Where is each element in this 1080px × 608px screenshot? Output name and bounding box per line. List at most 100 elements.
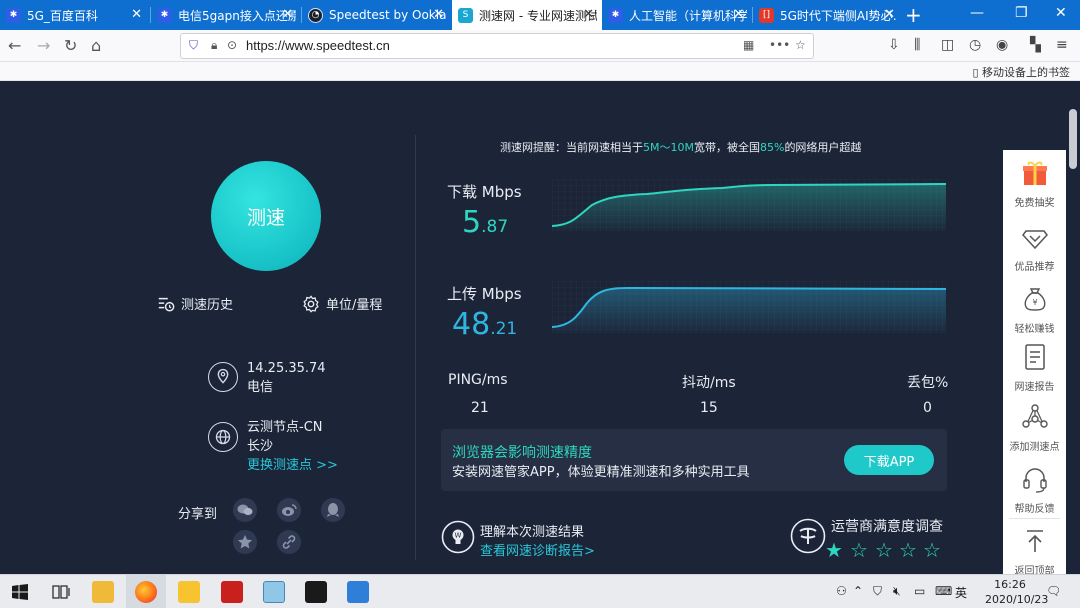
window-close-icon[interactable]: ✕ [1055,5,1067,21]
ip-info: 14.25.35.74 电信 [247,359,326,397]
download-curve [552,179,946,231]
taskbar-clock[interactable]: 16:26 2020/10/23 [985,577,1035,607]
close-icon[interactable]: ✕ [884,7,895,22]
restore-icon[interactable]: ❐ [1015,5,1028,21]
people-icon[interactable]: ⚇ [836,584,847,598]
back-arrow-icon[interactable]: ← [8,36,21,55]
download-app-button[interactable]: 下载APP [844,445,934,475]
close-icon[interactable]: ✕ [583,7,594,22]
start-test-button[interactable]: 测速 [211,161,321,271]
sidebar-item-add-node[interactable]: 添加测速点 [1003,402,1066,453]
network-icon[interactable]: ⌨ [935,584,952,598]
tab-ookla[interactable]: ◔ Speedtest by Ookla ✕ [302,0,452,30]
gift-icon [1020,158,1050,188]
download-speed-int: 5 [462,205,481,240]
reload-icon[interactable]: ↻ [64,36,77,55]
history-clock-icon[interactable]: ◷ [969,37,981,53]
copy-link-icon[interactable] [277,530,301,554]
diagnosis-report-link[interactable]: 查看网速诊断报告> [480,540,595,559]
tool-app-icon[interactable] [178,581,200,603]
packet-loss-label: 丢包% [907,372,948,392]
change-node-link[interactable]: 更换测速点 >> [247,456,338,475]
defender-shield-icon[interactable]: ⛉ [873,584,882,599]
page-scrollbar[interactable] [1066,81,1080,574]
account-icon[interactable]: ◉ [996,37,1008,53]
speaker-muted-icon[interactable]: 🔇︎ [893,584,901,599]
qq-icon[interactable] [321,498,345,522]
tab-title: 5G时代下端侧AI势必… [780,7,898,24]
favorite-star-icon[interactable] [233,530,257,554]
tip-suffix: 的网络用户超越 [784,141,861,154]
input-method-indicator[interactable]: 英 [955,584,967,601]
ping-label: PING/ms [448,372,508,388]
sidebar-item-earn[interactable]: ¥ 轻松赚钱 [1003,284,1066,335]
tab-speedtest-cn[interactable]: S 测速网 - 专业网速测试 ✕ [452,0,602,30]
windows-start-icon[interactable] [12,584,28,600]
sidebar-item-report[interactable]: 网速报告 [1003,342,1066,393]
sidebar-item-lottery[interactable]: 免费抽奖 [1003,158,1066,209]
tray-chevron-icon[interactable]: ⌃ [853,584,863,598]
bookmark-star-icon[interactable]: ☆ [795,38,806,52]
notification-icon[interactable]: 🗨︎ [1046,584,1061,598]
star-3-icon[interactable]: ☆ [875,538,893,562]
address-bar[interactable]: ⛉ 🔒︎ ⊙ https://www.speedtest.cn ▦ ••• ☆ [180,33,814,59]
test-history-link[interactable]: 测速历史 [157,294,233,313]
tab-ai[interactable]: ✱ 人工智能（计算机科学… ✕ [602,0,752,30]
close-icon[interactable]: ✕ [282,7,293,22]
weibo-icon[interactable] [277,498,301,522]
new-tab-plus-icon[interactable]: + [905,3,922,27]
tab-apn[interactable]: ✱ 电信5gapn接入点还原… ✕ [151,0,301,30]
battery-icon[interactable]: ▭ [914,584,925,598]
upload-speed-int: 48 [452,307,490,342]
close-icon[interactable]: ✕ [433,7,444,22]
url-text[interactable]: https://www.speedtest.cn [246,38,390,53]
wechat-icon[interactable] [233,498,257,522]
minimize-icon[interactable]: — [970,5,984,21]
upload-curve [552,281,946,333]
close-icon[interactable]: ✕ [733,7,744,22]
qr-code-icon[interactable]: ▦ [743,38,754,52]
star-5-icon[interactable]: ☆ [923,538,941,562]
library-icon[interactable]: ⫼ [914,37,920,53]
terminal-icon[interactable] [305,581,327,603]
firefox-icon[interactable] [135,581,157,603]
star-1-icon[interactable]: ★ [825,538,843,562]
file-explorer-icon[interactable] [92,581,114,603]
sidebar-item-back-top[interactable]: 返回顶部 [1003,526,1066,577]
close-icon[interactable]: ✕ [131,7,142,22]
tab-baidu-5g[interactable]: ✱ 5G_百度百科 ✕ [0,0,150,30]
navigation-toolbar: ← → ↻ ⌂ ⛉ 🔒︎ ⊙ https://www.speedtest.cn … [0,30,1080,62]
page-actions-icon[interactable]: ••• [769,38,790,52]
upload-speed-frac: .21 [490,319,517,339]
task-view-icon[interactable] [52,584,70,600]
packet-loss-value: 0 [923,400,932,416]
star-2-icon[interactable]: ☆ [850,538,868,562]
site-info-icon[interactable]: ⊙ [227,38,237,52]
forward-arrow-icon[interactable]: → [37,36,50,55]
tracking-shield-icon[interactable]: ⛉ [189,38,198,53]
unit-range-link[interactable]: 单位/量程 [302,294,382,313]
sidebar-item-help[interactable]: 帮助反馈 [1003,464,1066,515]
calendar-grid-icon[interactable] [347,581,369,603]
gauge-icon: ◔ [308,8,323,23]
download-icon[interactable]: ⇩ [888,37,900,53]
extensions-icon[interactable]: ▚ [1030,37,1041,53]
sidebar-toggle-icon[interactable]: ◫ [941,37,954,53]
tab-title: Speedtest by Ookla [329,8,447,22]
acrobat-icon[interactable] [221,581,243,603]
scrollbar-thumb[interactable] [1069,109,1077,169]
location-pin-icon [208,362,238,392]
lock-icon[interactable]: 🔒︎ [211,38,217,53]
image-viewer-icon[interactable] [263,581,285,603]
sidebar-item-recommend[interactable]: 优品推荐 [1003,222,1066,273]
mobile-bookmarks-folder[interactable]: ▯ 移动设备上的书签 [972,64,1070,80]
ping-value: 21 [471,400,489,416]
home-icon[interactable]: ⌂ [91,36,101,55]
banner-text: 安装网速管家APP，体验更精准测速和多种实用工具 [452,461,750,480]
tip-middle: 宽带，被全国 [694,141,760,154]
menu-icon[interactable]: ≡ [1056,37,1068,53]
tab-5g-ai[interactable]: [] 5G时代下端侧AI势必… ✕ [753,0,903,30]
star-4-icon[interactable]: ☆ [899,538,917,562]
sidebar-divider [1009,518,1060,519]
upload-speed: 48.21 [452,307,517,342]
